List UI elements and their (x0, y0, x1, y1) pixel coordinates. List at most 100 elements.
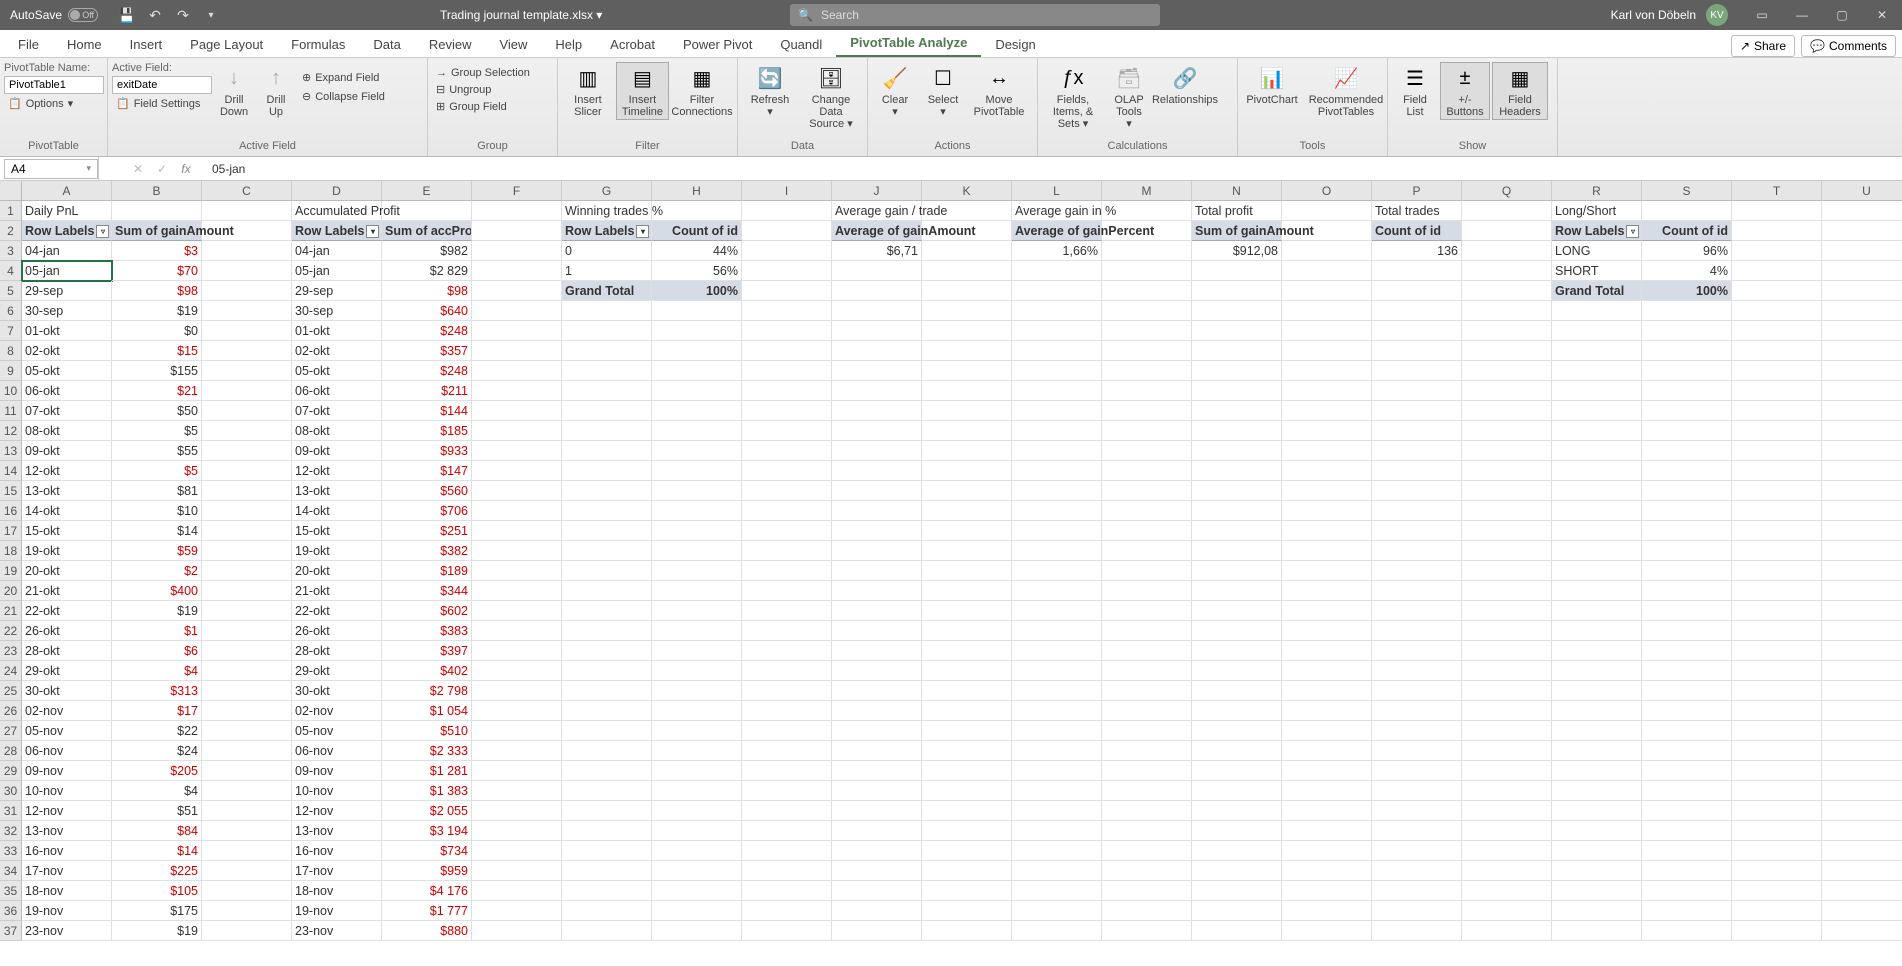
cell[interactable] (1372, 301, 1462, 321)
row-header[interactable]: 20 (0, 581, 22, 601)
cell[interactable] (1102, 261, 1192, 281)
cell[interactable] (1462, 761, 1552, 781)
cell[interactable] (1192, 881, 1282, 901)
cell[interactable] (742, 701, 832, 721)
cell[interactable]: 26-okt (292, 621, 382, 641)
cell[interactable]: 21-okt (292, 581, 382, 601)
cell[interactable] (1462, 261, 1552, 281)
cell[interactable] (1282, 881, 1372, 901)
cell[interactable]: 12-okt (22, 461, 112, 481)
cell[interactable] (1372, 541, 1462, 561)
cell[interactable] (472, 341, 562, 361)
cell[interactable]: 07-okt (292, 401, 382, 421)
cell[interactable] (1642, 741, 1732, 761)
cell[interactable] (652, 881, 742, 901)
cell[interactable] (1552, 881, 1642, 901)
cell[interactable]: $880 (382, 921, 472, 941)
cell[interactable] (1372, 401, 1462, 421)
cell[interactable] (472, 901, 562, 921)
row-header[interactable]: 8 (0, 341, 22, 361)
cell[interactable] (1822, 421, 1902, 441)
cell[interactable]: 26-okt (22, 621, 112, 641)
cell[interactable] (1282, 441, 1372, 461)
cell[interactable] (1282, 741, 1372, 761)
cell[interactable] (1282, 321, 1372, 341)
cell[interactable] (1732, 361, 1822, 381)
cell[interactable]: $402 (382, 661, 472, 681)
cell[interactable] (202, 721, 292, 741)
cell[interactable] (1282, 281, 1372, 301)
filter-icon[interactable]: ▿ (96, 225, 109, 238)
cell[interactable] (1552, 901, 1642, 921)
cell[interactable] (1192, 841, 1282, 861)
cell[interactable]: Sum of gainAmount (112, 221, 202, 241)
cell[interactable] (1102, 541, 1192, 561)
cell[interactable] (1012, 401, 1102, 421)
cell[interactable]: $22 (112, 721, 202, 741)
column-header[interactable]: S (1642, 181, 1732, 201)
cell[interactable] (562, 741, 652, 761)
cell[interactable] (1552, 521, 1642, 541)
cell[interactable] (832, 821, 922, 841)
cell[interactable]: $6 (112, 641, 202, 661)
cell[interactable] (1012, 781, 1102, 801)
cell[interactable] (1642, 461, 1732, 481)
cell[interactable] (1372, 721, 1462, 741)
cell[interactable] (652, 761, 742, 781)
cell[interactable] (1462, 921, 1552, 941)
cell[interactable] (1282, 461, 1372, 481)
cell[interactable] (742, 741, 832, 761)
cell[interactable]: $105 (112, 881, 202, 901)
cell[interactable] (472, 241, 562, 261)
cell[interactable] (472, 221, 562, 241)
cell[interactable] (1012, 501, 1102, 521)
row-header[interactable]: 4 (0, 261, 22, 281)
cell[interactable] (652, 541, 742, 561)
cell[interactable] (1642, 361, 1732, 381)
cell[interactable] (1372, 601, 1462, 621)
cell[interactable] (562, 481, 652, 501)
cell[interactable] (1822, 201, 1902, 221)
cell[interactable] (1732, 481, 1822, 501)
cell[interactable] (1372, 761, 1462, 781)
cell[interactable]: 29-okt (292, 661, 382, 681)
cell[interactable] (202, 501, 292, 521)
cell[interactable] (1372, 421, 1462, 441)
cell[interactable] (1102, 501, 1192, 521)
cell[interactable] (922, 681, 1012, 701)
cell[interactable] (1732, 381, 1822, 401)
cell[interactable]: Average gain / trade (832, 201, 922, 221)
cell[interactable]: $382 (382, 541, 472, 561)
cell[interactable] (922, 701, 1012, 721)
cell[interactable] (1822, 601, 1902, 621)
cell[interactable]: $706 (382, 501, 472, 521)
cell[interactable] (742, 641, 832, 661)
row-header[interactable]: 30 (0, 781, 22, 801)
cell[interactable] (562, 861, 652, 881)
cell[interactable] (1102, 661, 1192, 681)
cell[interactable] (1012, 701, 1102, 721)
cell[interactable] (472, 761, 562, 781)
cell[interactable] (1192, 761, 1282, 781)
column-header[interactable]: O (1282, 181, 1372, 201)
cell[interactable] (1282, 521, 1372, 541)
cell[interactable]: $19 (112, 601, 202, 621)
cell[interactable]: $2 055 (382, 801, 472, 821)
cell[interactable]: $400 (112, 581, 202, 601)
cell[interactable] (1732, 281, 1822, 301)
cell[interactable] (1552, 361, 1642, 381)
cell[interactable]: 05-jan (22, 261, 112, 281)
cell[interactable] (562, 781, 652, 801)
cell[interactable] (1012, 801, 1102, 821)
cell[interactable] (1552, 341, 1642, 361)
cell[interactable] (562, 821, 652, 841)
cell[interactable] (472, 601, 562, 621)
column-header[interactable]: C (202, 181, 292, 201)
undo-icon[interactable]: ↶ (142, 2, 168, 28)
cell[interactable] (922, 281, 1012, 301)
cell[interactable] (742, 921, 832, 941)
row-header[interactable]: 10 (0, 381, 22, 401)
cell[interactable] (1732, 401, 1822, 421)
cell[interactable] (832, 681, 922, 701)
cell[interactable] (832, 301, 922, 321)
